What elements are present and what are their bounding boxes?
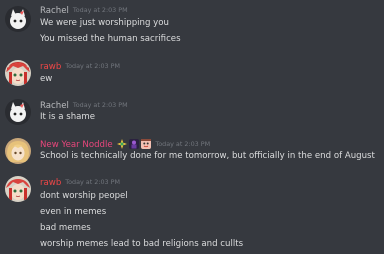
kitty-avatar-icon <box>5 99 31 125</box>
message-line: School is technically done for me tomorr… <box>40 151 375 161</box>
timestamp: Today at 2:03 PM <box>72 101 128 109</box>
message-header: rawb Today at 2:03 PM <box>40 176 120 188</box>
message-header: Rachel Today at 2:03 PM <box>40 4 128 16</box>
message-line: ew <box>40 74 53 84</box>
face-badge-icon <box>141 139 152 149</box>
message-line: worship memes lead to bad religions and … <box>40 239 244 249</box>
kitty-avatar-icon <box>5 6 31 32</box>
avatar[interactable] <box>5 6 31 32</box>
avatar[interactable] <box>5 138 31 164</box>
message-line: even in memes <box>40 207 107 217</box>
message-header: New Year Noddle Today at 2:03 PM <box>40 138 210 150</box>
red-anime-avatar-icon <box>5 176 31 202</box>
message-header: Rachel Today at 2:03 PM <box>40 99 128 111</box>
timestamp: Today at 2:03 PM <box>155 140 211 148</box>
message-header: rawb Today at 2:03 PM <box>40 60 120 72</box>
timestamp: Today at 2:03 PM <box>65 178 121 186</box>
message-line: dont worship peopel <box>40 191 128 201</box>
avatar[interactable] <box>5 60 31 86</box>
message-line: We were just worshipping you <box>40 18 169 28</box>
timestamp: Today at 2:03 PM <box>65 62 121 70</box>
blonde-anime-avatar-icon <box>5 138 31 164</box>
avatar[interactable] <box>5 176 31 202</box>
avatar[interactable] <box>5 99 31 125</box>
author-name[interactable]: rawb <box>40 178 61 188</box>
timestamp: Today at 2:03 PM <box>72 6 128 14</box>
message-line: It is a shame <box>40 112 96 122</box>
message-line: You missed the human sacrifices <box>40 34 181 44</box>
sparkle-badge-icon <box>117 139 128 149</box>
author-name[interactable]: Rachel <box>40 101 69 111</box>
message-line: bad memes <box>40 223 91 233</box>
red-anime-avatar-icon <box>5 60 31 86</box>
purple-figure-badge-icon <box>129 139 140 149</box>
author-name[interactable]: Rachel <box>40 6 69 16</box>
author-name[interactable]: rawb <box>40 62 61 72</box>
author-name[interactable]: New Year Noddle <box>40 140 113 150</box>
